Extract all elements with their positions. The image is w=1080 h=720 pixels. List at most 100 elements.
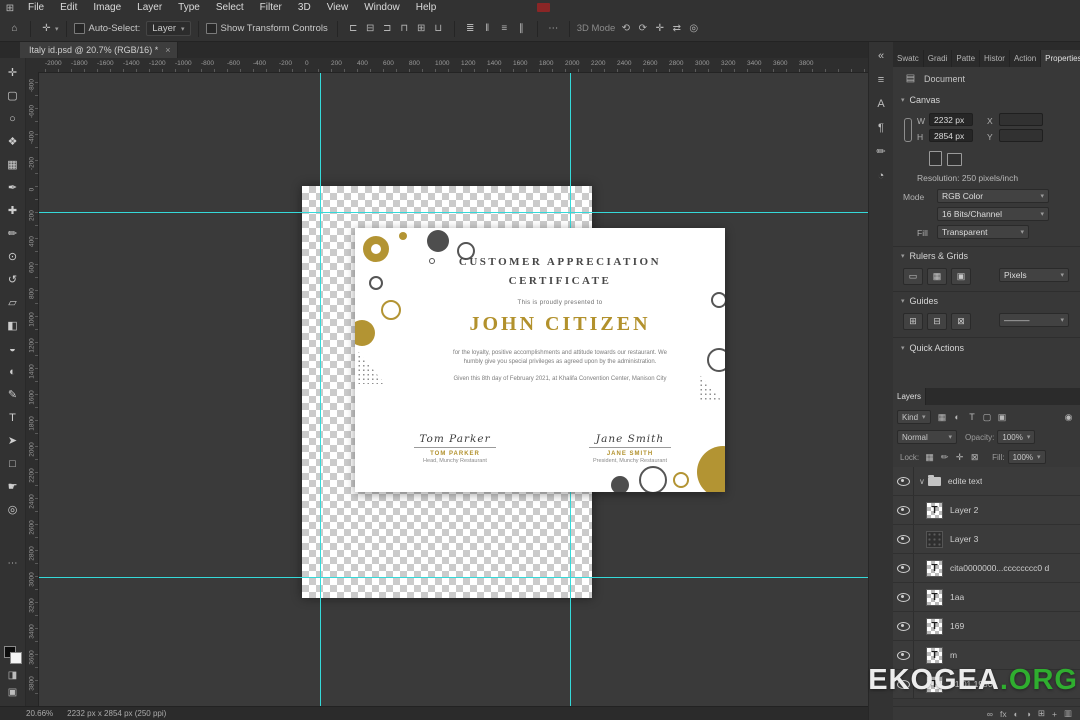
shape-tool-icon[interactable]: □ [2, 453, 24, 476]
clear-guides-icon[interactable]: ⊠ [951, 313, 971, 330]
close-icon[interactable]: × [165, 45, 170, 55]
tab-gradi[interactable]: Gradi [923, 50, 953, 67]
new-guide-layout-icon[interactable]: ⊞ [903, 313, 923, 330]
paragraph-panel-icon[interactable]: ¶ [871, 116, 891, 140]
lock-all-icon[interactable]: ⊠ [968, 452, 981, 463]
opacity-select[interactable]: 100% ▾ [997, 430, 1036, 444]
fill-select[interactable]: Transparent ▾ [937, 225, 1029, 239]
3d-roll-icon[interactable]: ⟳ [635, 23, 650, 34]
adjustment-layer-icon[interactable]: ◑ [1026, 709, 1031, 719]
certificate-image[interactable]: CUSTOMER APPRECIATION CERTIFICATE This i… [355, 228, 725, 492]
menu-help[interactable]: Help [408, 0, 445, 16]
3d-slide-icon[interactable]: ⇄ [669, 23, 684, 34]
notification-badge-icon[interactable] [537, 3, 550, 12]
menu-file[interactable]: File [20, 0, 52, 16]
eye-icon[interactable] [896, 621, 910, 631]
units-select[interactable]: Pixels ▾ [999, 268, 1069, 282]
menu-select[interactable]: Select [208, 0, 252, 16]
more-options-icon[interactable]: ⋯ [546, 23, 561, 34]
menu-edit[interactable]: Edit [52, 0, 85, 16]
history-panel-icon[interactable]: ◔ [871, 164, 891, 188]
quick-mask-icon[interactable]: ◨ [8, 670, 17, 681]
layer-mask-icon[interactable]: ◐ [1014, 709, 1019, 719]
guides-section-header[interactable]: ▾ Guides [901, 296, 938, 306]
zoom-level[interactable]: 20.66% [26, 709, 53, 718]
new-layer-icon[interactable]: + [1052, 709, 1057, 719]
adjustments-panel-icon[interactable]: ≡ [871, 68, 891, 92]
toggle-grid-icon[interactable]: ▦ [927, 268, 947, 285]
3d-pan-icon[interactable]: ✛ [652, 23, 667, 34]
filter-toggle-icon[interactable]: ◉ [1062, 412, 1075, 423]
lock-pixels-icon[interactable]: ✏ [938, 452, 951, 463]
eye-icon[interactable] [896, 563, 910, 573]
portrait-orientation-icon[interactable] [929, 151, 942, 166]
auto-select-checkbox[interactable] [73, 23, 85, 34]
eye-cell[interactable] [893, 525, 914, 553]
align-right-icon[interactable]: ⊐ [380, 23, 395, 34]
eye-cell[interactable] [893, 554, 914, 582]
history-brush-tool-icon[interactable]: ↺ [2, 269, 24, 292]
delete-layer-icon[interactable]: ▥ [1064, 708, 1072, 719]
marquee-tool-icon[interactable]: ▢ [2, 85, 24, 108]
layer-row[interactable]: T 169 [893, 612, 1080, 641]
menu-view[interactable]: View [319, 0, 357, 16]
move-tool-icon[interactable]: ✛ [2, 62, 24, 85]
quick-actions-section-header[interactable]: ▾ Quick Actions [901, 343, 964, 353]
menu-image[interactable]: Image [85, 0, 129, 16]
eye-icon[interactable] [896, 592, 910, 602]
blur-tool-icon[interactable]: ◒ [2, 338, 24, 361]
layer-name[interactable]: edite text [948, 476, 983, 486]
guide-horizontal-1[interactable] [38, 212, 868, 213]
layer-name[interactable]: Layer 3 [950, 534, 978, 544]
layer-name[interactable]: 169 [950, 621, 964, 631]
lock-position-icon[interactable]: ✛ [953, 452, 966, 463]
foreground-color-swatch[interactable] [9, 652, 22, 664]
menu-type[interactable]: Type [170, 0, 208, 16]
type-tool-icon[interactable]: T [2, 407, 24, 430]
filter-type-layers-icon[interactable]: T [966, 412, 979, 423]
3d-zoom-icon[interactable]: ◎ [686, 23, 701, 34]
menu-3d[interactable]: 3D [290, 0, 319, 16]
layer-row[interactable]: T Layer 2 [893, 496, 1080, 525]
eyedropper-tool-icon[interactable]: ✒ [2, 177, 24, 200]
home-icon[interactable]: ⌂ [7, 23, 22, 34]
eye-icon[interactable] [896, 534, 910, 544]
tab-properties[interactable]: Properties [1041, 50, 1080, 67]
screen-mode-icon[interactable]: ▣ [8, 687, 17, 698]
text-layer-thumbnail[interactable]: T [926, 617, 943, 635]
move-tool-icon[interactable]: ✛ [39, 23, 54, 34]
auto-select-dropdown[interactable]: Layer ▾ [146, 21, 191, 36]
menu-filter[interactable]: Filter [252, 0, 290, 16]
edit-toolbar-icon[interactable]: ⋯ [8, 558, 18, 569]
toggle-rulers-icon[interactable]: ▭ [903, 268, 923, 285]
layer-group-icon[interactable]: ⊞ [1038, 708, 1045, 719]
distribute-spacing-h-icon[interactable]: ∥ [514, 23, 529, 34]
guide-vertical-1[interactable] [320, 72, 321, 706]
distribute-spacing-v-icon[interactable]: ≡ [497, 23, 512, 34]
guide-horizontal-2[interactable] [38, 577, 868, 578]
align-center-horizontal-icon[interactable]: ⊟ [363, 23, 378, 34]
guide-style-select[interactable]: ——— ▾ [999, 313, 1069, 327]
layer-name[interactable]: Layer 2 [950, 505, 978, 515]
filter-shape-layers-icon[interactable]: ▢ [981, 412, 994, 423]
eye-cell[interactable] [893, 467, 914, 495]
zoom-tool-icon[interactable]: ◎ [2, 499, 24, 522]
image-layer-thumbnail[interactable] [926, 530, 943, 548]
text-layer-thumbnail[interactable]: T [926, 588, 943, 606]
bit-depth-select[interactable]: 16 Bits/Channel ▾ [937, 207, 1049, 221]
quick-selection-tool-icon[interactable]: ❖ [2, 131, 24, 154]
lasso-tool-icon[interactable]: ○ [2, 108, 24, 131]
collapse-panels-icon[interactable]: « [871, 44, 891, 68]
align-middle-icon[interactable]: ⊞ [414, 23, 429, 34]
canvas-section-header[interactable]: ▾ Canvas [901, 95, 940, 105]
height-field[interactable]: 2854 px [929, 129, 973, 142]
rulers-grids-section-header[interactable]: ▾ Rulers & Grids [901, 251, 968, 261]
layer-name[interactable]: m [950, 650, 957, 660]
layer-row[interactable]: ∨ edite text [893, 467, 1080, 496]
lock-transparency-icon[interactable]: ▦ [923, 452, 936, 463]
vertical-ruler[interactable]: -800 -600 -400 -200 0 200 400 600 800 1000 1200 140… [26, 72, 39, 706]
menu-layer[interactable]: Layer [129, 0, 170, 16]
layer-row[interactable]: Layer 3 [893, 525, 1080, 554]
eye-icon[interactable] [896, 476, 910, 486]
path-selection-tool-icon[interactable]: ➤ [2, 430, 24, 453]
